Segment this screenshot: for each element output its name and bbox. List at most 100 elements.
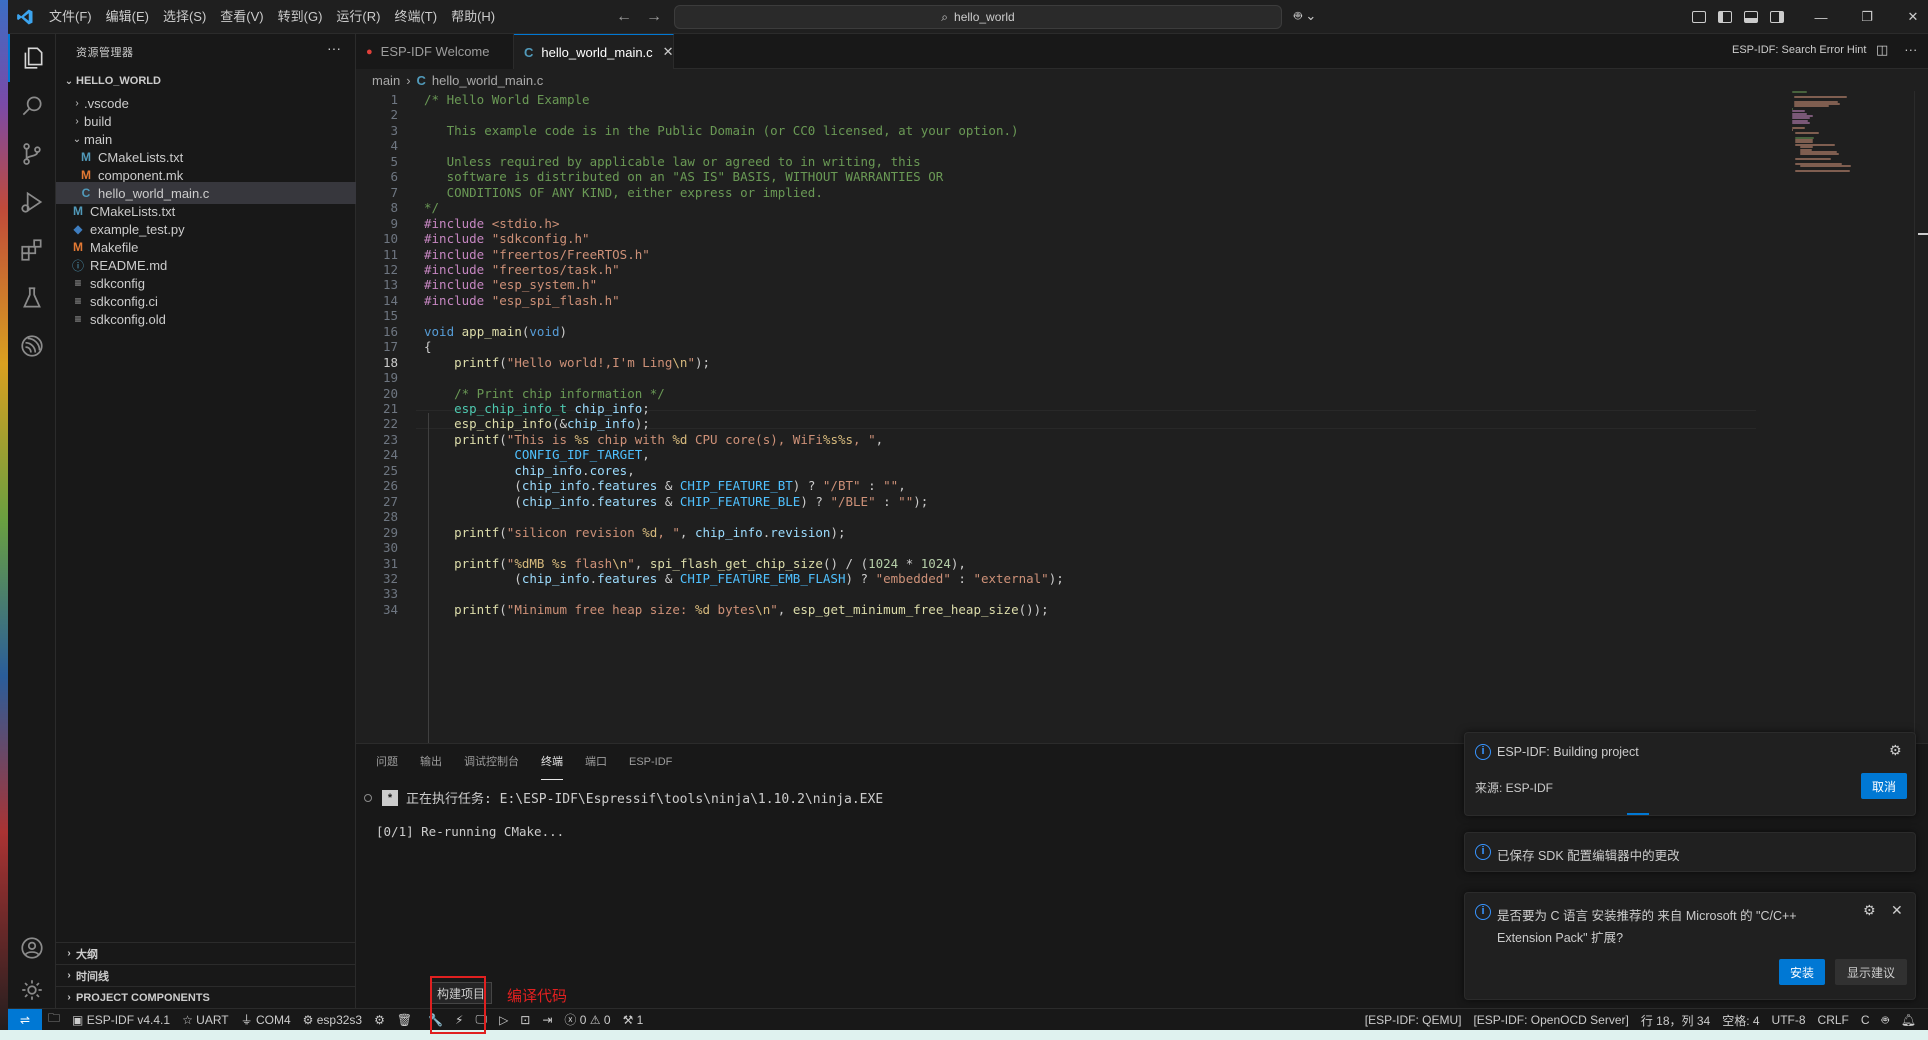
- notification-extension-recommend: i 是否要为 C 语言 安装推荐的 来自 Microsoft 的 "C/C++ …: [1464, 892, 1916, 1000]
- code-line: /* Hello World Example: [424, 92, 590, 107]
- breadcrumb-file[interactable]: hello_world_main.c: [432, 73, 543, 88]
- tab-esp-idf-welcome[interactable]: ● ESP-IDF Welcome: [356, 34, 514, 69]
- menu-view[interactable]: 查看(V): [213, 0, 270, 34]
- notifications-bell-icon[interactable]: 🔔︎: [1895, 1009, 1922, 1031]
- minimap-line: [1794, 158, 1832, 161]
- code-line: (chip_info.features & CHIP_FEATURE_EMB_F…: [424, 570, 1064, 586]
- tools-indicator[interactable]: ⚒ 1: [617, 1009, 650, 1031]
- line-number: 31: [382, 555, 398, 571]
- full-clean-icon[interactable]: 🗑: [391, 1009, 418, 1031]
- extensions-icon[interactable]: [8, 226, 56, 274]
- customize-layout-icon[interactable]: [1692, 11, 1706, 23]
- remote-indicator-icon[interactable]: ⇌: [8, 1008, 42, 1031]
- toggle-secondary-sidebar-icon[interactable]: [1770, 11, 1784, 23]
- section-label: 大纲: [76, 948, 98, 961]
- notification-source: 来源: ESP-IDF: [1475, 781, 1554, 795]
- tools-icon: ⚒: [622, 1012, 637, 1027]
- toggle-panel-icon[interactable]: [1744, 11, 1758, 23]
- code-line: #include "esp_system.h": [424, 277, 598, 293]
- target-device[interactable]: ⚙ esp32s3: [297, 1009, 368, 1031]
- more-actions-icon[interactable]: ···: [327, 40, 341, 56]
- breadcrumb-folder[interactable]: main: [372, 73, 400, 88]
- project-components-section[interactable]: › PROJECT COMPONENTS: [56, 986, 356, 1008]
- copilot-status-icon[interactable]: 🤖︎: [1876, 1009, 1895, 1031]
- cursor-position[interactable]: 行 18，列 34: [1635, 1009, 1716, 1031]
- account-icon[interactable]: [8, 924, 56, 972]
- code-line: CONFIG_IDF_TARGET,: [514, 447, 650, 463]
- terminal-icon[interactable]: ⊡: [514, 1009, 536, 1031]
- tab-terminal[interactable]: 终端: [541, 744, 563, 780]
- build-flash-monitor-icon[interactable]: ⇥: [536, 1009, 558, 1031]
- menu-help[interactable]: 帮助(H): [444, 0, 502, 34]
- tree-item-sdkconfig-old[interactable]: ≡ sdkconfig.old: [56, 308, 356, 330]
- line-number: 6: [390, 169, 398, 185]
- indentation[interactable]: 空格: 4: [1716, 1009, 1765, 1031]
- sdk-config-icon[interactable]: ⚙: [368, 1009, 391, 1031]
- menu-edit[interactable]: 编辑(E): [99, 0, 156, 34]
- idf-version[interactable]: ▣ ESP-IDF v4.4.1: [66, 1009, 176, 1031]
- manage-gear-icon[interactable]: [8, 966, 56, 1014]
- toggle-sidebar-icon[interactable]: [1718, 11, 1732, 23]
- menu-run[interactable]: 运行(R): [329, 0, 387, 34]
- editor-scrollbar[interactable]: [1914, 91, 1928, 743]
- menu-selection[interactable]: 选择(S): [156, 0, 213, 34]
- split-editor-icon[interactable]: ◫: [1876, 42, 1888, 58]
- gear-icon[interactable]: ⚙: [1889, 742, 1902, 759]
- back-arrow-icon[interactable]: ←: [616, 8, 632, 26]
- qemu-status[interactable]: [ESP-IDF: QEMU]: [1359, 1009, 1468, 1031]
- serial-port[interactable]: ⏚ COM4: [235, 1009, 297, 1031]
- source-control-icon[interactable]: [8, 130, 56, 178]
- tab-output[interactable]: 输出: [420, 744, 442, 780]
- more-actions-icon[interactable]: ···: [1904, 42, 1917, 58]
- scrollbar-thumb[interactable]: [1918, 233, 1928, 235]
- minimap[interactable]: [1792, 91, 1892, 211]
- line-number: 25: [382, 462, 398, 478]
- line-ending[interactable]: CRLF: [1812, 1009, 1855, 1031]
- show-recommendations-button[interactable]: 显示建议: [1835, 959, 1907, 985]
- workspace-root-label: HELLO_WORLD: [76, 75, 161, 87]
- language-mode[interactable]: C: [1855, 1009, 1876, 1031]
- install-button[interactable]: 安装: [1779, 959, 1825, 985]
- tab-problems[interactable]: 问题: [376, 744, 398, 780]
- code-line: esp_chip_info(&chip_info);: [454, 416, 650, 432]
- forward-arrow-icon[interactable]: →: [646, 8, 662, 26]
- close-icon[interactable]: ✕: [1891, 902, 1903, 919]
- encoding[interactable]: UTF-8: [1766, 1009, 1812, 1031]
- restore-icon[interactable]: ❐: [1844, 0, 1890, 34]
- serial-port-label: COM4: [255, 1012, 291, 1027]
- close-window-icon[interactable]: ✕: [1890, 0, 1928, 34]
- copilot-icon[interactable]: 🤖︎ ⌄: [1294, 8, 1316, 26]
- minimize-icon[interactable]: —: [1798, 0, 1844, 34]
- explorer-icon[interactable]: [8, 34, 56, 82]
- idf-workspace-icon[interactable]: 🗀: [42, 1009, 66, 1031]
- flash-method[interactable]: ☆ UART: [176, 1009, 235, 1031]
- gear-icon[interactable]: ⚙: [1863, 902, 1876, 919]
- error-count: 0: [579, 1012, 587, 1027]
- workspace-root[interactable]: ⌄ HELLO_WORLD: [56, 70, 356, 92]
- tab-debug-console[interactable]: 调试控制台: [464, 744, 519, 780]
- timeline-section[interactable]: › 时间线: [56, 964, 356, 986]
- code-editor[interactable]: 1 /* Hello World Example 2 3 This example c…: [356, 91, 1928, 743]
- debug-icon[interactable]: ▷: [493, 1009, 514, 1031]
- menu-terminal[interactable]: 终端(T): [387, 0, 444, 34]
- run-debug-icon[interactable]: [8, 178, 56, 226]
- cancel-button[interactable]: 取消: [1861, 773, 1907, 799]
- menu-go[interactable]: 转到(G): [271, 0, 330, 34]
- search-error-hint-button[interactable]: ESP-IDF: Search Error Hint: [1732, 44, 1866, 56]
- vscode-logo-icon: [8, 0, 42, 34]
- menu-file[interactable]: 文件(F): [42, 0, 99, 34]
- outline-section[interactable]: › 大纲: [56, 942, 356, 964]
- tab-hello-world-main[interactable]: C hello_world_main.c ✕: [514, 34, 674, 69]
- tab-ports[interactable]: 端口: [585, 744, 607, 780]
- line-number: 4: [390, 138, 398, 154]
- testing-icon[interactable]: [8, 274, 56, 322]
- task-star-icon: *: [382, 789, 398, 806]
- espressif-icon[interactable]: [8, 322, 56, 370]
- problems-indicator[interactable]: ⓧ 0 ⚠ 0: [558, 1009, 616, 1031]
- code-line: void app_main(void): [424, 323, 568, 339]
- openocd-status[interactable]: [ESP-IDF: OpenOCD Server]: [1467, 1009, 1634, 1031]
- close-tab-icon[interactable]: ✕: [663, 44, 674, 60]
- command-center[interactable]: ⌕ hello_world: [674, 5, 1282, 29]
- search-view-icon[interactable]: [8, 82, 56, 130]
- tab-esp-idf[interactable]: ESP-IDF: [629, 744, 672, 780]
